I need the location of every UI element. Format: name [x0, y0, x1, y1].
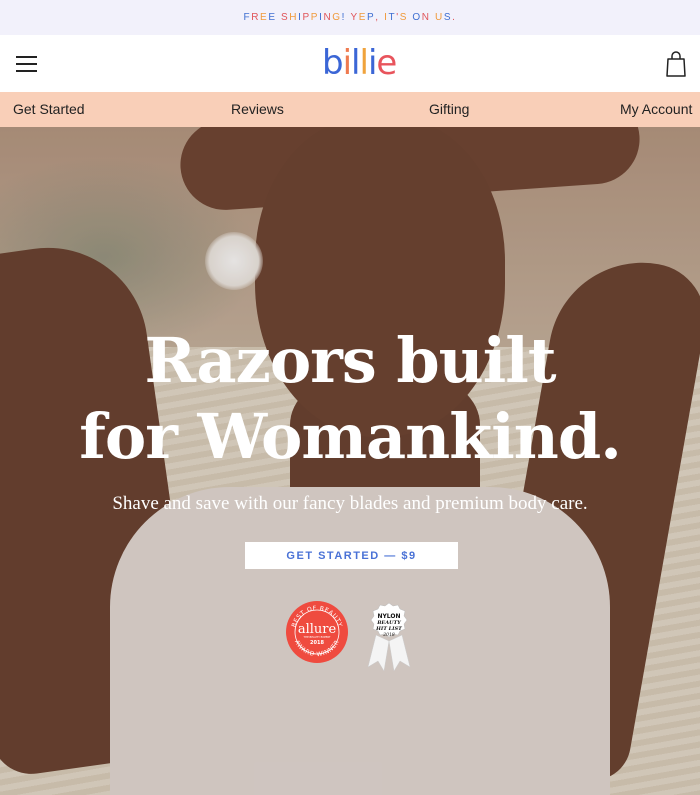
allure-badge-brand: allure	[298, 622, 337, 637]
hamburger-icon[interactable]	[16, 56, 37, 72]
nylon-badge-line1: NYLON	[377, 613, 400, 620]
shopping-bag-icon[interactable]	[666, 51, 686, 77]
nylon-badge-line4: 2018	[382, 632, 395, 638]
allure-badge-icon: BEST OF BEAUTY allure THE BEAUTY EXPERT …	[286, 601, 348, 663]
billie-logo[interactable]: billie	[322, 43, 397, 83]
nav-gifting[interactable]: Gifting	[429, 92, 469, 127]
nav-get-started[interactable]: Get Started	[13, 92, 85, 127]
nav-my-account[interactable]: My Account	[620, 92, 692, 127]
main-nav: Get Started Reviews Gifting My Account	[0, 92, 700, 127]
hero-headline: Razors built for Womankind.	[0, 323, 700, 475]
nylon-badge-line3: HIT LIST	[375, 626, 403, 632]
hero-headline-line2: for Womankind.	[79, 400, 622, 473]
allure-badge-year: 2018	[310, 640, 324, 646]
hero-headline-line1: Razors built	[144, 324, 556, 397]
hero-subheadline: Shave and save with our fancy blades and…	[112, 493, 588, 514]
allure-badge-small: THE BEAUTY EXPERT	[304, 635, 331, 639]
get-started-button[interactable]: GET STARTED — $9	[245, 542, 458, 569]
nylon-badge-icon: NYLON BEAUTY HIT LIST 2018	[367, 602, 411, 671]
nav-reviews[interactable]: Reviews	[231, 92, 284, 127]
hero-section: Razors built for Womankind. Shave and sa…	[0, 127, 700, 795]
promo-text: FREE SHIPPING! YEP, IT'S ON US.	[243, 12, 457, 23]
promo-banner: FREE SHIPPING! YEP, IT'S ON US.	[0, 0, 700, 35]
site-header: billie	[0, 35, 700, 92]
